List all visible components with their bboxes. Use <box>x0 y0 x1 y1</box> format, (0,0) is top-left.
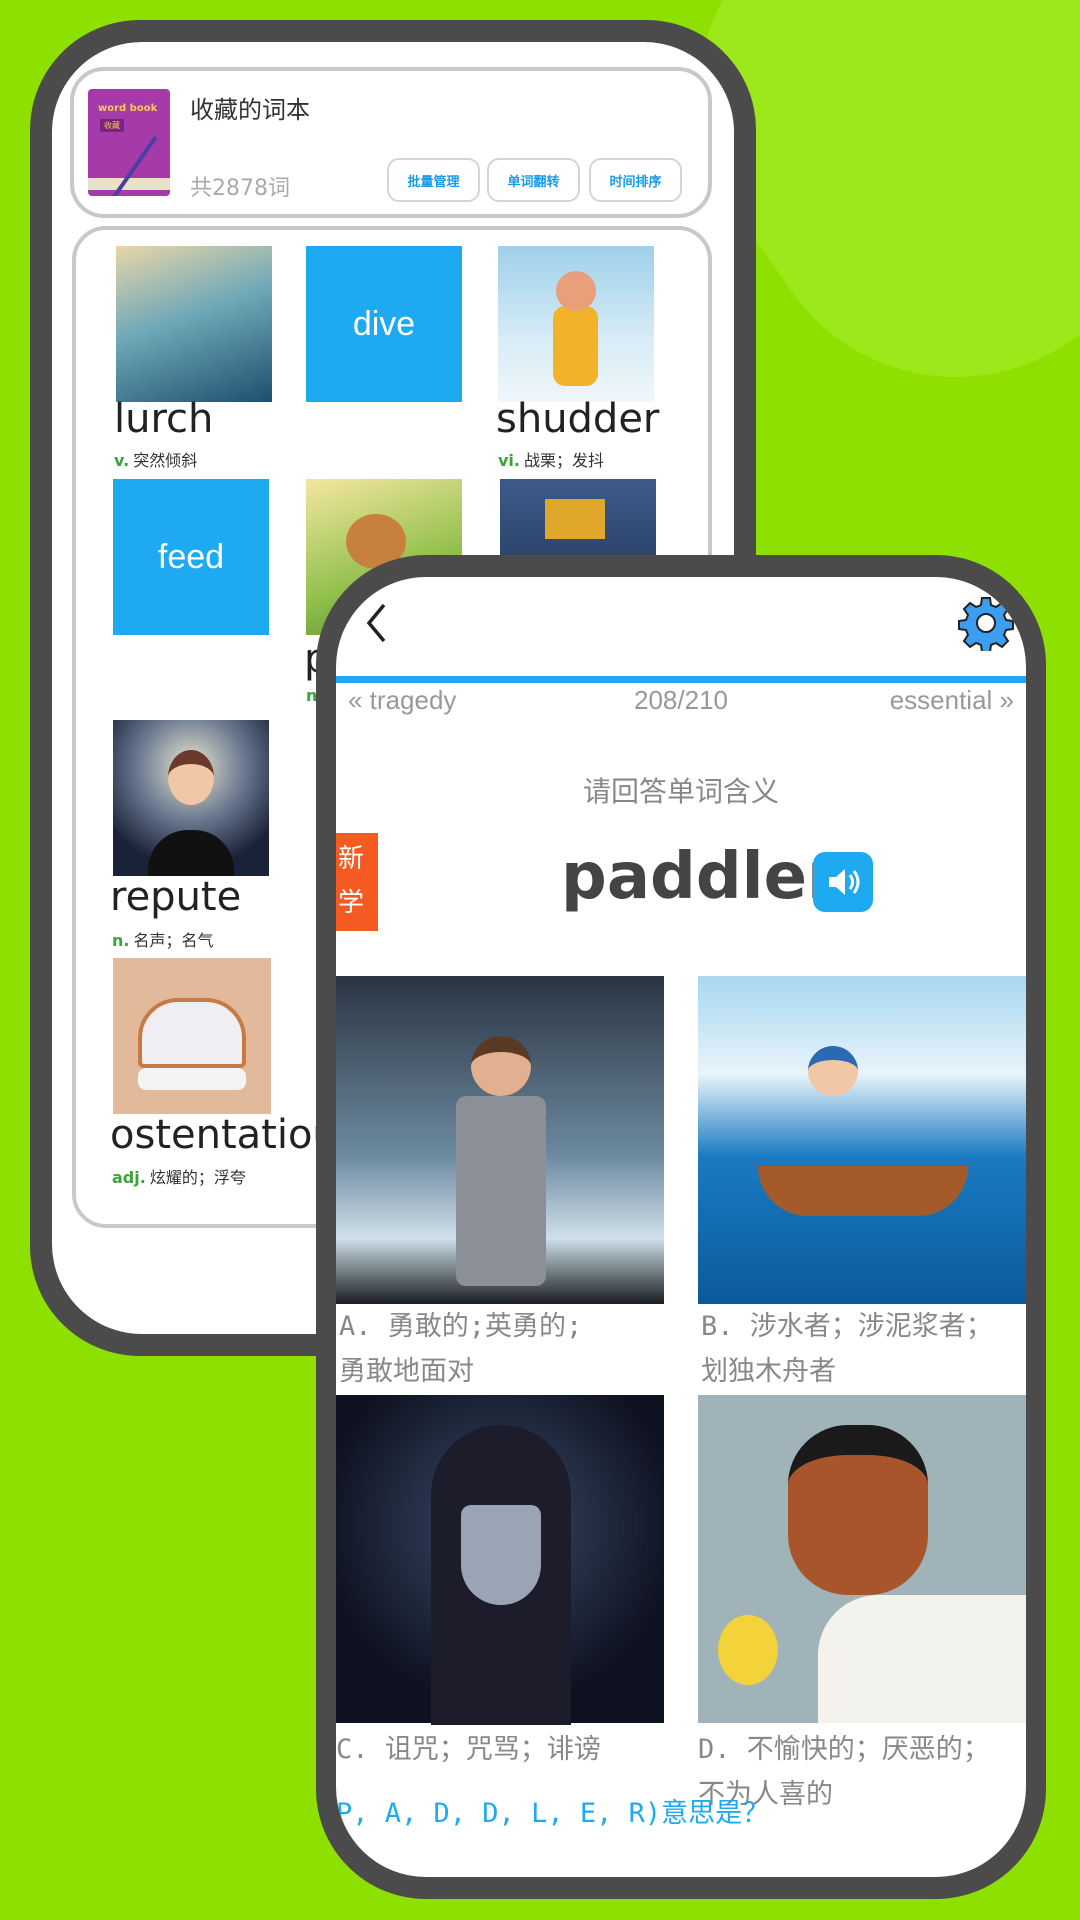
next-word-link[interactable]: essential » <box>890 685 1014 716</box>
word-meaning: v. 突然倾斜 <box>114 451 198 470</box>
prev-word-link[interactable]: « tragedy <box>348 685 456 716</box>
pronounce-button[interactable] <box>813 852 873 912</box>
word-meaning: adj. 炫耀的；浮夸 <box>112 1168 246 1187</box>
cover-tag: 收藏 <box>100 119 124 132</box>
word-label: shudder <box>496 396 660 442</box>
quiz-phone: « tragedy 208/210 essential » 请回答单词含义 新学… <box>316 555 1046 1899</box>
word-label: ostentatiou <box>110 1112 338 1158</box>
word-count: 共2878词 <box>190 176 290 201</box>
spelling-hint: P, A, D, D, L, E, R)意思是？ <box>336 1798 770 1829</box>
back-arrow-icon[interactable] <box>364 601 390 645</box>
wordbook-title: 收藏的词本 <box>190 96 310 124</box>
batch-manage-button[interactable]: 批量管理 <box>387 158 480 202</box>
word-image-lurch[interactable] <box>116 246 272 402</box>
word-tile-feed[interactable]: feed <box>113 479 269 635</box>
word-meaning: vi. 战栗；发抖 <box>498 451 605 470</box>
word-label: lurch <box>114 396 214 442</box>
speaker-icon <box>829 869 860 895</box>
word-meaning: n. 名声；名气 <box>112 931 214 950</box>
cover-title: word book <box>98 103 158 114</box>
word-image-repute[interactable] <box>113 720 269 876</box>
option-d-image[interactable] <box>698 1395 1026 1723</box>
word-label: repute <box>110 874 242 920</box>
word-image-shudder[interactable] <box>498 246 654 402</box>
word-tile-dive[interactable]: dive <box>306 246 462 402</box>
sort-by-time-button[interactable]: 时间排序 <box>589 158 682 202</box>
option-c-text[interactable]: C. 诅咒；咒骂；诽谤 <box>336 1727 666 1772</box>
quiz-screen: « tragedy 208/210 essential » 请回答单词含义 新学… <box>336 577 1026 1877</box>
quiz-word: paddler <box>561 840 839 914</box>
flip-words-button[interactable]: 单词翻转 <box>487 158 580 202</box>
quiz-prompt: 请回答单词含义 <box>582 775 779 808</box>
word-image-ostentatious[interactable] <box>113 958 271 1114</box>
option-a-text[interactable]: A. 勇敢的;英勇的; 勇敢地面对 <box>339 1304 669 1394</box>
option-b-text[interactable]: B. 涉水者；涉泥浆者； 划独木舟者 <box>701 1304 1026 1394</box>
wordbook-cover-icon: word book 收藏 <box>88 89 170 196</box>
option-a-image[interactable] <box>336 976 664 1304</box>
gear-icon[interactable] <box>958 595 1014 651</box>
new-word-tag: 新学 <box>336 833 378 931</box>
progress-bar <box>336 676 1026 683</box>
option-b-image[interactable] <box>698 976 1026 1304</box>
option-c-image[interactable] <box>336 1395 664 1725</box>
